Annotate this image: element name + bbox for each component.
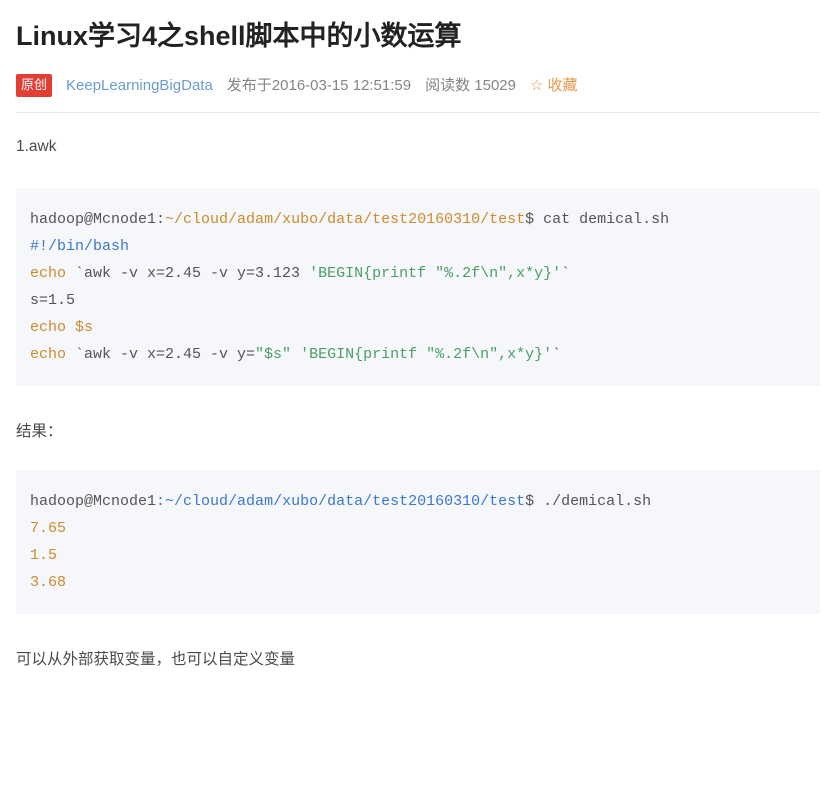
code-line: 1.5 (30, 547, 57, 564)
article-meta: 原创 KeepLearningBigData 发布于2016-03-15 12:… (16, 74, 820, 113)
star-icon: ☆ (530, 78, 543, 93)
page-title: Linux学习4之shell脚本中的小数运算 (16, 18, 820, 56)
footer-note: 可以从外部获取变量，也可以自定义变量 (16, 648, 820, 673)
favorite-button[interactable]: ☆ 收藏 (530, 74, 577, 98)
result-label: 结果： (16, 420, 820, 445)
code-line: echo `awk -v x=2.45 -v y=3.123 'BEGIN{pr… (30, 265, 570, 282)
code-block-output: hadoop@Mcnode1:~/cloud/adam/xubo/data/te… (16, 470, 820, 614)
view-count: 阅读数 15029 (425, 74, 516, 98)
code-line: echo $s (30, 319, 93, 336)
code-line: s=1.5 (30, 292, 75, 309)
code-block-script: hadoop@Mcnode1:~/cloud/adam/xubo/data/te… (16, 188, 820, 386)
section-heading: 1.awk (16, 135, 820, 160)
code-line: hadoop@Mcnode1:~/cloud/adam/xubo/data/te… (30, 493, 651, 510)
article-body: 1.awk hadoop@Mcnode1:~/cloud/adam/xubo/d… (16, 135, 820, 673)
author-link[interactable]: KeepLearningBigData (66, 74, 213, 98)
code-line: echo `awk -v x=2.45 -v y="$s" 'BEGIN{pri… (30, 346, 561, 363)
code-line: #!/bin/bash (30, 238, 129, 255)
favorite-label: 收藏 (547, 74, 577, 98)
code-line: 7.65 (30, 520, 66, 537)
code-line: hadoop@Mcnode1:~/cloud/adam/xubo/data/te… (30, 211, 669, 228)
original-badge: 原创 (16, 74, 52, 97)
code-line: 3.68 (30, 574, 66, 591)
publish-date: 发布于2016-03-15 12:51:59 (227, 74, 411, 98)
